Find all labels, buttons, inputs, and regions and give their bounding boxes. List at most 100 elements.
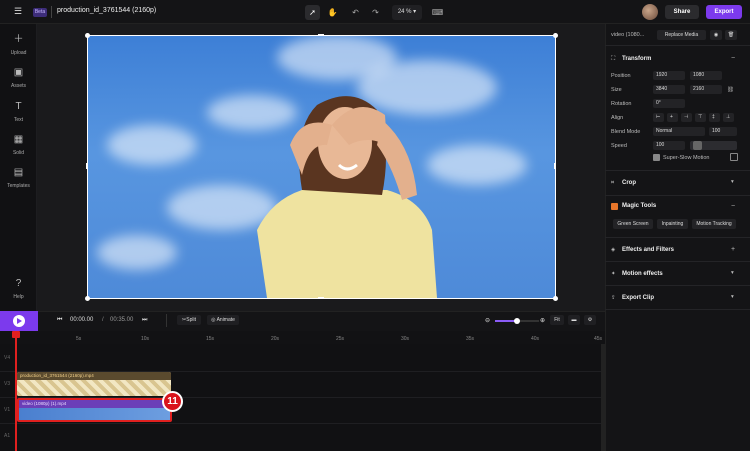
speed-slider[interactable] <box>690 141 737 150</box>
trash-icon[interactable]: 🗑 <box>725 30 737 40</box>
sidebar-item-text[interactable]: T Text <box>0 101 37 123</box>
effects-icon: ◈ <box>611 247 616 253</box>
super-slow-toggle[interactable] <box>730 153 738 161</box>
green-screen-button[interactable]: Green Screen <box>613 219 653 229</box>
super-slow-label: Super-Slow Motion <box>663 155 710 161</box>
video-preview[interactable] <box>87 35 555 298</box>
resize-handle[interactable] <box>553 33 558 38</box>
menu-icon[interactable]: ☰ <box>14 7 22 16</box>
zoom-select[interactable]: 24 % ▾ <box>392 5 422 20</box>
plus-icon[interactable]: + <box>731 246 735 253</box>
crop-title[interactable]: Crop <box>622 180 636 186</box>
skip-back-icon[interactable]: ⏮ <box>57 317 62 324</box>
share-button[interactable]: Share <box>665 5 699 19</box>
motion-effects-icon: ✦ <box>611 271 616 277</box>
track-divider <box>0 423 605 424</box>
settings-icon[interactable]: ⚙ <box>584 315 596 325</box>
divider <box>605 45 750 46</box>
resize-handle[interactable] <box>553 296 558 301</box>
fit-button[interactable]: Fit <box>550 315 564 325</box>
motion-effects-title[interactable]: Motion effects <box>622 271 663 277</box>
transform-title[interactable]: Transform <box>622 56 651 62</box>
inpainting-button[interactable]: Inpainting <box>657 219 688 229</box>
sidebar-label: Help <box>13 294 24 300</box>
timeline-clip-video[interactable]: video (1080p) (1).mp4 <box>17 398 172 422</box>
sidebar-item-help[interactable]: ? Help <box>0 278 37 300</box>
resize-handle[interactable] <box>85 296 90 301</box>
caption-icon[interactable]: ▬ <box>568 315 580 325</box>
project-title[interactable]: production_id_3761544 (2160p) <box>57 7 156 14</box>
magic-tools-title[interactable]: Magic Tools <box>622 203 656 209</box>
animate-button[interactable]: ◎ Animate <box>207 315 239 325</box>
sidebar-item-upload[interactable]: ＋ Upload <box>0 34 37 56</box>
align-center-icon[interactable]: + <box>667 113 678 122</box>
sidebar-item-solid[interactable]: ▦ Solid <box>0 134 37 156</box>
crop-icon: ⌗ <box>611 180 615 186</box>
align-bottom-icon[interactable]: ⊥ <box>723 113 734 122</box>
cursor-tool-icon[interactable]: ➚ <box>305 5 320 20</box>
size-width-input[interactable]: 3840 <box>653 85 685 94</box>
media-name: video (1080... <box>611 32 645 38</box>
chevron-down-icon[interactable]: ▾ <box>731 179 734 185</box>
motion-tracking-button[interactable]: Motion Tracking <box>692 219 736 229</box>
blend-mode-select[interactable]: Normal <box>653 127 705 136</box>
beta-badge: Beta <box>33 8 47 17</box>
sidebar-item-assets[interactable]: ▣ Assets <box>0 67 37 89</box>
timeline-ruler[interactable] <box>0 331 605 344</box>
skip-forward-icon[interactable]: ⏭ <box>142 317 147 324</box>
timeline-zoom-knob[interactable] <box>514 318 520 324</box>
resize-handle[interactable] <box>554 163 556 169</box>
rotation-input[interactable]: 0° <box>653 99 685 108</box>
undo-icon[interactable]: ↶ <box>348 5 363 20</box>
ruler-tick: 45s <box>594 336 603 342</box>
timeline-clip-production[interactable]: production_id_3761544 (2160p).mp4 <box>17 372 171 396</box>
sidebar-item-templates[interactable]: ▤ Templates <box>0 167 37 189</box>
align-left-icon[interactable]: ⊢ <box>653 113 664 122</box>
eye-icon[interactable]: ◉ <box>710 30 722 40</box>
keyboard-icon[interactable]: ⌨ <box>430 5 445 20</box>
speed-label: Speed <box>611 143 627 149</box>
export-clip-title[interactable]: Export Clip <box>622 295 654 301</box>
redo-icon[interactable]: ↷ <box>368 5 383 20</box>
subject-figure <box>257 96 437 298</box>
resize-handle[interactable] <box>318 297 324 299</box>
chevron-down-icon[interactable]: ▾ <box>731 294 734 300</box>
resize-handle[interactable] <box>85 33 90 38</box>
zoom-in-icon[interactable]: ⊕ <box>540 317 545 324</box>
export-button[interactable]: Export <box>706 5 742 19</box>
zoom-out-icon[interactable]: ⊖ <box>485 317 490 324</box>
effects-title[interactable]: Effects and Filters <box>622 247 674 253</box>
minus-icon[interactable]: − <box>731 55 735 62</box>
split-button[interactable]: ✂Split <box>177 315 201 325</box>
align-top-icon[interactable]: ⊤ <box>695 113 706 122</box>
speed-input[interactable]: 100 <box>653 141 685 150</box>
play-button[interactable] <box>0 311 38 331</box>
speed-slider-knob[interactable] <box>693 141 702 150</box>
hand-tool-icon[interactable]: ✋ <box>325 5 340 20</box>
resize-handle[interactable] <box>86 163 88 169</box>
playhead[interactable] <box>15 331 17 451</box>
super-slow-checkbox[interactable] <box>653 154 660 161</box>
opacity-input[interactable]: 100 <box>709 127 737 136</box>
folder-icon: ▣ <box>13 67 24 78</box>
align-right-icon[interactable]: ⊣ <box>681 113 692 122</box>
minus-icon[interactable]: − <box>731 203 735 210</box>
ruler-tick: 35s <box>466 336 475 342</box>
sidebar-label: Text <box>13 117 24 123</box>
zoom-value: 24 % <box>397 9 412 15</box>
size-height-input[interactable]: 2160 <box>690 85 722 94</box>
avatar[interactable] <box>642 4 658 20</box>
align-middle-icon[interactable]: ‡ <box>709 113 720 122</box>
playhead-handle[interactable] <box>12 331 20 338</box>
link-icon[interactable]: ⛓ <box>727 87 734 93</box>
position-x-input[interactable]: 1920 <box>653 71 685 80</box>
divider <box>605 309 750 310</box>
resize-handle[interactable] <box>318 34 324 36</box>
blend-mode-label: Blend Mode <box>611 129 641 135</box>
chevron-down-icon[interactable]: ▾ <box>731 270 734 276</box>
step-badge: 11 <box>162 391 183 412</box>
timeline-scrollbar[interactable] <box>601 344 605 451</box>
ruler-tick: 20s <box>271 336 280 342</box>
position-y-input[interactable]: 1080 <box>690 71 722 80</box>
replace-media-button[interactable]: Replace Media <box>657 30 706 40</box>
